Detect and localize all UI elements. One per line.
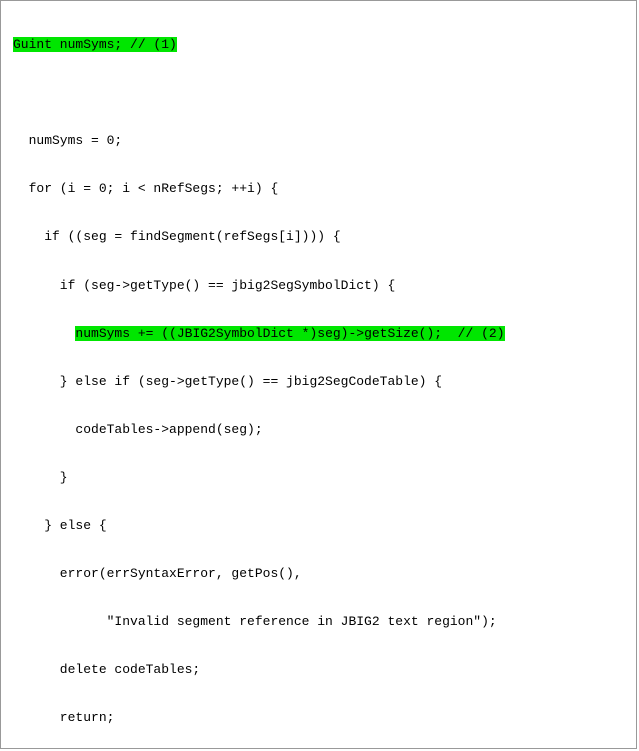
code-line (13, 81, 624, 105)
code-line: numSyms += ((JBIG2SymbolDict *)seg)->get… (13, 322, 624, 346)
code-line: if ((seg = findSegment(refSegs[i]))) { (13, 225, 624, 249)
code-line: } else if (seg->getType() == jbig2SegCod… (13, 370, 624, 394)
code-line: for (i = 0; i < nRefSegs; ++i) { (13, 177, 624, 201)
code-line: Guint numSyms; // (1) (13, 33, 624, 57)
highlighted-code: Guint numSyms; // (1) (13, 37, 177, 52)
code-line: "Invalid segment reference in JBIG2 text… (13, 610, 624, 634)
code-line: numSyms = 0; (13, 129, 624, 153)
code-line: delete codeTables; (13, 658, 624, 682)
code-indent (13, 326, 75, 341)
code-line: error(errSyntaxError, getPos(), (13, 562, 624, 586)
highlighted-code: numSyms += ((JBIG2SymbolDict *)seg)->get… (75, 326, 504, 341)
code-line: } else { (13, 514, 624, 538)
code-line: if (seg->getType() == jbig2SegSymbolDict… (13, 274, 624, 298)
code-block: Guint numSyms; // (1) numSyms = 0; for (… (0, 0, 637, 749)
code-line: return; (13, 706, 624, 730)
code-line: } (13, 466, 624, 490)
code-line: codeTables->append(seg); (13, 418, 624, 442)
